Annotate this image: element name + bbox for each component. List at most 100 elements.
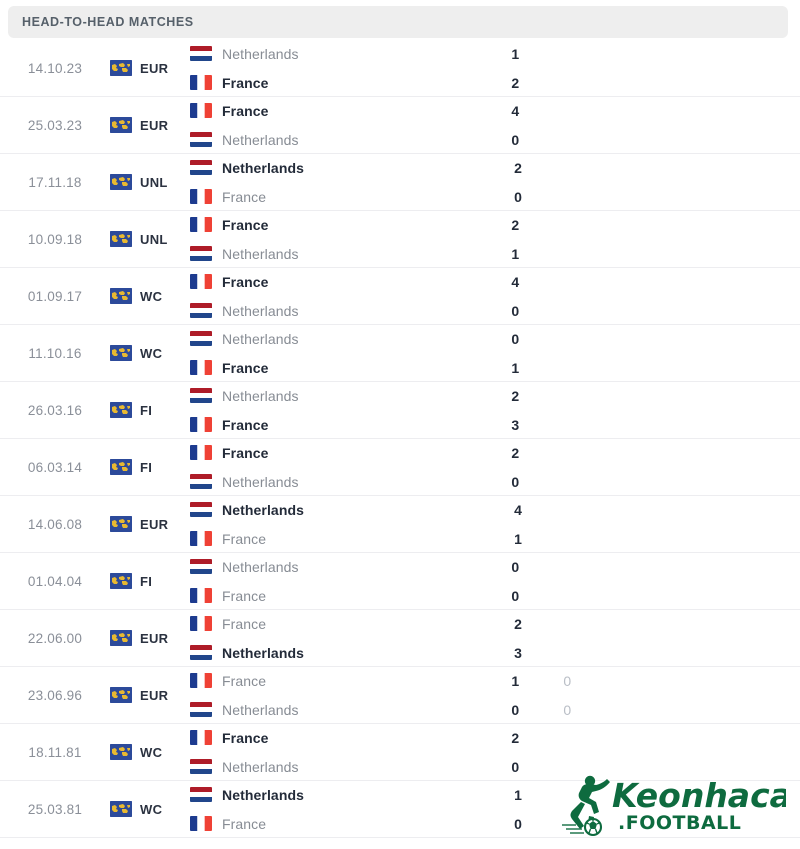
teams-cell: Netherlands France [190, 45, 489, 91]
score-value: 1 [514, 786, 522, 803]
page-title: HEAD-TO-HEAD MATCHES [22, 15, 194, 29]
competition-cell[interactable]: WC [110, 744, 190, 760]
team-line: France [190, 587, 489, 604]
competition-label: FI [140, 459, 153, 475]
score-line: 0 [489, 758, 609, 775]
teams-cell: Netherlands France [190, 387, 489, 433]
table-row[interactable]: 23.06.96 EUR France Netherlands 1 0 0 0 [0, 667, 800, 724]
competition-cell[interactable]: WC [110, 288, 190, 304]
competition-cell[interactable]: FI [110, 573, 190, 589]
score-line: 0 [489, 302, 609, 319]
competition-label: EUR [140, 117, 169, 133]
competition-label: EUR [140, 687, 169, 703]
team-line: Netherlands [190, 387, 489, 404]
competition-cell[interactable]: UNL [110, 174, 190, 190]
netherlands-flag-icon [190, 702, 212, 717]
competition-cell[interactable]: UNL [110, 231, 190, 247]
team-line: France [190, 815, 492, 832]
table-row[interactable]: 11.10.16 WC Netherlands France 0 1 [0, 325, 800, 382]
netherlands-flag-icon [190, 388, 212, 403]
competition-label: UNL [140, 174, 168, 190]
competition-label: WC [140, 288, 163, 304]
score-value: 0 [514, 188, 522, 205]
competition-cell[interactable]: EUR [110, 516, 190, 532]
competition-cell[interactable]: EUR [110, 117, 190, 133]
match-date: 26.03.16 [27, 402, 83, 418]
france-flag-icon [190, 189, 212, 204]
table-row[interactable]: 01.04.04 FI Netherlands France 0 0 [0, 553, 800, 610]
table-row[interactable]: 18.11.81 WC France Netherlands 2 0 [0, 724, 800, 781]
team-line: France [190, 273, 489, 290]
score-value: 0 [511, 473, 520, 490]
france-flag-icon [190, 417, 212, 432]
teams-cell: France Netherlands [190, 102, 489, 148]
score-line: 1 [489, 359, 609, 376]
score-value: 0 [511, 330, 520, 347]
competition-cell[interactable]: EUR [110, 630, 190, 646]
world-map-icon [110, 630, 132, 646]
team-line: Netherlands [190, 159, 492, 176]
scores-cell: 21 [489, 216, 609, 262]
score-line: 2 [489, 216, 609, 233]
competition-cell[interactable]: WC [110, 345, 190, 361]
table-row[interactable]: 06.03.14 FI France Netherlands 2 0 [0, 439, 800, 496]
netherlands-flag-icon [190, 645, 212, 660]
table-row[interactable]: 10.09.18 UNL France Netherlands 2 1 [0, 211, 800, 268]
score-value: 4 [511, 102, 520, 119]
team-line: Netherlands [190, 131, 489, 148]
netherlands-flag-icon [190, 46, 212, 61]
table-row[interactable]: 14.06.08 EUR Netherlands France 4 1 [0, 496, 800, 553]
match-date: 06.03.14 [27, 459, 83, 475]
match-date: 22.06.00 [27, 630, 83, 646]
scores-cell: 23 [489, 387, 609, 433]
competition-cell[interactable]: EUR [110, 60, 190, 76]
team-name: France [222, 273, 269, 290]
match-date: 01.04.04 [27, 573, 83, 589]
scores-cell: 10 [492, 786, 612, 832]
team-line: France [190, 102, 489, 119]
netherlands-flag-icon [190, 502, 212, 517]
match-list: 14.10.23 EUR Netherlands France 1 2 25.03.23 EU… [0, 40, 800, 838]
world-map-icon [110, 231, 132, 247]
competition-cell[interactable]: FI [110, 402, 190, 418]
score-value: 1 [511, 672, 520, 689]
team-line: France [190, 444, 489, 461]
score-line: 3 [489, 416, 609, 433]
table-row[interactable]: 01.09.17 WC France Netherlands 4 0 [0, 268, 800, 325]
score-line: 0 [492, 815, 612, 832]
teams-cell: Netherlands France [190, 786, 492, 832]
team-name: France [222, 188, 267, 205]
team-name: Netherlands [222, 387, 299, 404]
team-line: France [190, 359, 489, 376]
team-line: France [190, 416, 489, 433]
team-name: Netherlands [222, 302, 299, 319]
netherlands-flag-icon [190, 303, 212, 318]
team-line: Netherlands [190, 302, 489, 319]
score-value: 3 [511, 416, 520, 433]
scores-cell: 40 [489, 273, 609, 319]
team-name: Netherlands [222, 330, 299, 347]
score-value: 2 [511, 74, 520, 91]
score-line: 1 [489, 45, 609, 62]
score-alt-value: 0 [563, 672, 572, 689]
competition-cell[interactable]: WC [110, 801, 190, 817]
table-row[interactable]: 25.03.23 EUR France Netherlands 4 0 [0, 97, 800, 154]
score-value: 4 [514, 501, 522, 518]
competition-cell[interactable]: FI [110, 459, 190, 475]
table-row[interactable]: 22.06.00 EUR France Netherlands 2 3 [0, 610, 800, 667]
score-value: 2 [511, 216, 520, 233]
france-flag-icon [190, 531, 212, 546]
france-flag-icon [190, 360, 212, 375]
netherlands-flag-icon [190, 474, 212, 489]
table-row[interactable]: 25.03.81 WC Netherlands France 1 0 [0, 781, 800, 838]
match-date: 25.03.23 [27, 117, 83, 133]
scores-cell: 40 [489, 102, 609, 148]
table-row[interactable]: 17.11.18 UNL Netherlands France 2 0 [0, 154, 800, 211]
teams-cell: France Netherlands [190, 615, 492, 661]
table-row[interactable]: 26.03.16 FI Netherlands France 2 3 [0, 382, 800, 439]
table-row[interactable]: 14.10.23 EUR Netherlands France 1 2 [0, 40, 800, 97]
team-name: Netherlands [222, 758, 299, 775]
match-date: 18.11.81 [28, 744, 82, 760]
score-value: 0 [511, 558, 520, 575]
competition-cell[interactable]: EUR [110, 687, 190, 703]
